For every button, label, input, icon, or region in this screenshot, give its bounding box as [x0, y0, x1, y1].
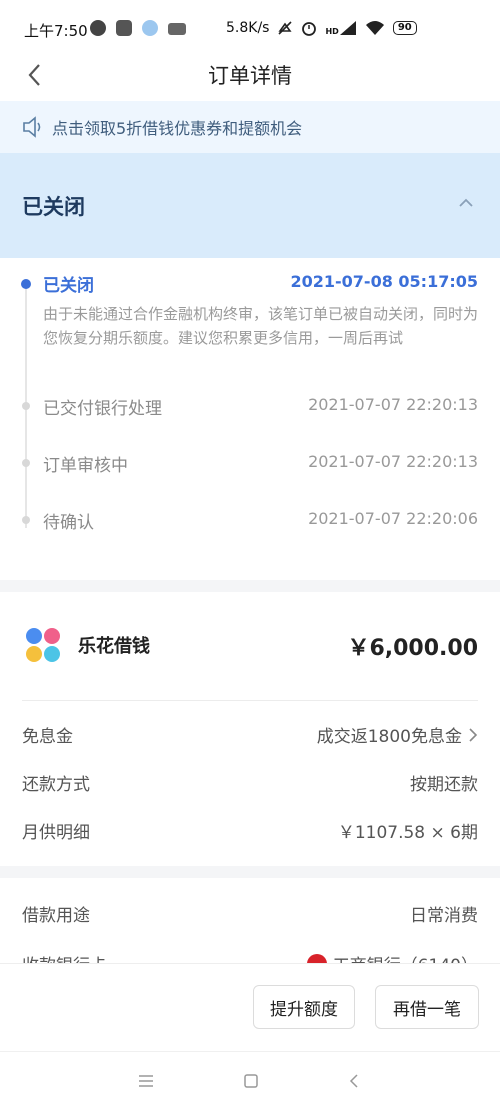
system-navigation-bar — [0, 1051, 500, 1112]
signal-icon: HD — [325, 20, 356, 36]
timeline-label: 待确认 — [43, 513, 94, 533]
section-divider — [0, 580, 500, 592]
timeline-dot — [22, 516, 30, 524]
back-arrow-icon[interactable] — [20, 60, 50, 90]
net-speed: 5.8K/s — [226, 20, 270, 36]
row-label: 借款用途 — [22, 906, 90, 926]
home-icon[interactable] — [243, 1073, 259, 1089]
promo-notice-text: 点击领取5折借钱优惠券和提额机会 — [52, 119, 303, 138]
alarm-icon — [302, 22, 317, 36]
divider — [22, 700, 478, 701]
menu-icon[interactable] — [138, 1074, 154, 1088]
loan-purpose-row: 借款用途 日常消费 — [0, 898, 500, 928]
nav-bar: 订单详情 — [0, 56, 500, 100]
row-label: 还款方式 — [22, 775, 90, 795]
zhihu-icon — [116, 20, 132, 36]
weather-icon — [142, 20, 158, 36]
status-time: 上午7:50 — [24, 22, 88, 40]
chevron-up-icon[interactable] — [458, 197, 474, 209]
wifi-icon — [365, 21, 384, 35]
bank-card-row: 收款银行卡 工商银行（6140） — [0, 948, 500, 963]
section-divider — [0, 866, 500, 878]
timeline-dot-active — [21, 279, 31, 289]
status-notification-icons — [90, 20, 186, 36]
monthly-payment-row: 月供明细 ￥1107.58 × 6期 — [0, 815, 500, 845]
status-system-icons: 5.8K/s HD 90 — [226, 20, 417, 36]
timeline-time: 2021-07-07 22:20:13 — [308, 395, 478, 414]
timeline-label: 已交付银行处理 — [43, 399, 162, 419]
order-status-header[interactable]: 已关闭 — [0, 153, 500, 258]
timeline-label: 已关闭 — [43, 276, 94, 296]
borrow-again-button[interactable]: 再借一笔 — [375, 985, 479, 1029]
timeline-time: 2021-07-07 22:20:13 — [308, 452, 478, 471]
status-bar: 上午7:50 5.8K/s HD 90 — [0, 0, 500, 56]
row-value: ￥1107.58 × 6期 — [337, 823, 478, 843]
order-status-label: 已关闭 — [22, 195, 85, 219]
lehua-logo-icon — [26, 628, 62, 664]
icbc-bank-icon — [306, 953, 327, 963]
order-timeline: 已关闭 2021-07-08 05:17:05 由于未能通过合作金融机构终审，该… — [0, 258, 500, 580]
app-notification-icon — [168, 23, 186, 35]
row-label: 月供明细 — [22, 823, 90, 843]
chevron-right-icon[interactable] — [468, 727, 478, 743]
repayment-method-row: 还款方式 按期还款 — [0, 767, 500, 797]
row-label: 免息金 — [22, 727, 73, 747]
promo-notice-bar[interactable]: 点击领取5折借钱优惠券和提额机会 — [0, 101, 500, 153]
mute-icon — [278, 21, 293, 35]
battery-icon: 90 — [392, 21, 417, 35]
product-card: 乐花借钱 ￥6,000.00 免息金 成交返1800免息金 还款方式 按期还款 … — [0, 592, 500, 865]
loan-details: 借款用途 日常消费 收款银行卡 工商银行（6140） — [0, 878, 500, 963]
action-bar: 提升额度 再借一笔 — [0, 963, 500, 1052]
timeline-time: 2021-07-07 22:20:06 — [308, 509, 478, 528]
timeline-dot — [22, 402, 30, 410]
row-value: 按期还款 — [410, 775, 478, 795]
raise-limit-button[interactable]: 提升额度 — [253, 985, 355, 1029]
row-value: 工商银行（6140） — [333, 951, 478, 963]
globe-icon — [90, 20, 106, 36]
row-value: 日常消费 — [410, 906, 478, 926]
row-value: 成交返1800免息金 — [316, 727, 462, 747]
timeline-time: 2021-07-08 05:17:05 — [290, 272, 478, 291]
row-label: 收款银行卡 — [22, 951, 107, 963]
timeline-dot — [22, 459, 30, 467]
speaker-icon — [23, 116, 41, 138]
page-title: 订单详情 — [208, 64, 292, 88]
hd-label: HD — [325, 27, 339, 36]
loan-amount: ￥6,000.00 — [347, 636, 478, 661]
interest-free-row[interactable]: 免息金 成交返1800免息金 — [0, 719, 500, 749]
back-icon[interactable] — [348, 1073, 360, 1089]
product-name: 乐花借钱 — [78, 636, 150, 657]
timeline-description: 由于未能通过合作金融机构终审，该笔订单已被自动关闭，同时为您恢复分期乐额度。建议… — [43, 305, 479, 347]
timeline-label: 订单审核中 — [43, 456, 128, 476]
